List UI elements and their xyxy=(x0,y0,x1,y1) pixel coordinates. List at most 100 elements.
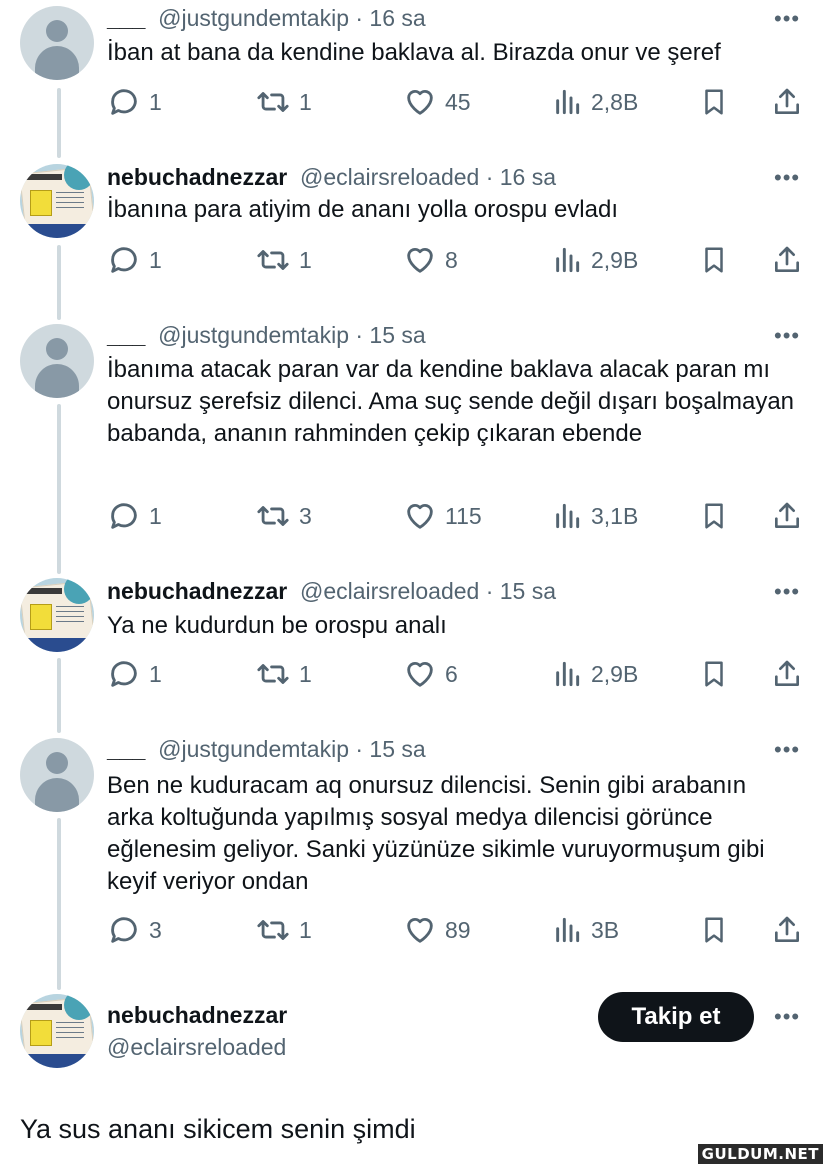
share-button[interactable] xyxy=(771,85,803,119)
like-icon xyxy=(403,85,437,119)
reply-button[interactable]: 1 xyxy=(107,85,162,119)
main-tweet-text: Ya sus ananı sikicem senin şimdi xyxy=(20,1114,416,1144)
repost-button[interactable]: 1 xyxy=(255,657,312,691)
bookmark-button[interactable] xyxy=(699,657,729,691)
share-icon xyxy=(771,85,803,119)
user-handle[interactable]: @eclairsreloaded · 16 sa xyxy=(300,164,556,191)
user-name[interactable]: ___ xyxy=(107,736,145,763)
bookmark-icon xyxy=(699,657,729,691)
action-bar: 1 1 8 2,9B xyxy=(107,243,807,277)
like-button[interactable]: 8 xyxy=(403,243,458,277)
default-avatar-icon[interactable] xyxy=(20,738,94,812)
like-button[interactable]: 6 xyxy=(403,657,458,691)
bookmark-button[interactable] xyxy=(699,243,729,277)
action-bar: 1 3 115 3,1B xyxy=(107,499,807,533)
user-handle[interactable]: @eclairsreloaded xyxy=(107,1034,286,1061)
profile-avatar[interactable] xyxy=(20,578,94,652)
like-icon xyxy=(403,499,437,533)
like-icon xyxy=(403,913,437,947)
action-bar: 1 1 6 2,9B xyxy=(107,657,807,691)
thread-line xyxy=(57,818,61,990)
repost-button[interactable]: 1 xyxy=(255,913,312,947)
follow-button[interactable]: Takip et xyxy=(598,992,754,1042)
like-icon xyxy=(403,243,437,277)
share-icon xyxy=(771,499,803,533)
thread-line xyxy=(57,404,61,574)
tweet-header: nebuchadnezzar @eclairsreloaded · 16 sa xyxy=(107,162,556,192)
profile-avatar[interactable] xyxy=(20,164,94,238)
views-button[interactable]: 3,1B xyxy=(551,499,638,533)
repost-icon xyxy=(255,913,291,947)
profile-avatar[interactable] xyxy=(20,994,94,1068)
share-icon xyxy=(771,657,803,691)
reply-icon xyxy=(107,657,141,691)
views-button[interactable]: 3B xyxy=(551,913,619,947)
like-button[interactable]: 115 xyxy=(403,499,482,533)
reply-icon xyxy=(107,913,141,947)
user-name[interactable]: ___ xyxy=(107,322,145,349)
views-button[interactable]: 2,8B xyxy=(551,85,638,119)
like-button[interactable]: 89 xyxy=(403,913,471,947)
tweet-header: ___ @justgundemtakip · 16 sa xyxy=(107,3,426,33)
more-icon[interactable]: ••• xyxy=(774,323,800,349)
thread-line xyxy=(57,245,61,320)
bookmark-button[interactable] xyxy=(699,913,729,947)
share-button[interactable] xyxy=(771,243,803,277)
repost-button[interactable]: 1 xyxy=(255,243,312,277)
user-handle[interactable]: @justgundemtakip · 16 sa xyxy=(158,5,426,32)
views-button[interactable]: 2,9B xyxy=(551,657,638,691)
tweet-header: ___ @justgundemtakip · 15 sa xyxy=(107,734,426,764)
share-button[interactable] xyxy=(771,657,803,691)
like-icon xyxy=(403,657,437,691)
bookmark-icon xyxy=(699,499,729,533)
views-icon xyxy=(551,85,583,119)
reply-icon xyxy=(107,243,141,277)
views-icon xyxy=(551,243,583,277)
bookmark-button[interactable] xyxy=(699,85,729,119)
tweet-header: ___ @justgundemtakip · 15 sa xyxy=(107,320,426,350)
share-icon xyxy=(771,243,803,277)
action-bar: 1 1 45 2,8B xyxy=(107,85,807,119)
tweet-text: Ya ne kudurdun be orospu analı xyxy=(107,612,447,639)
views-icon xyxy=(551,913,583,947)
user-name[interactable]: nebuchadnezzar xyxy=(107,164,287,191)
user-handle[interactable]: @eclairsreloaded · 15 sa xyxy=(300,578,556,605)
tweet-header: nebuchadnezzar @eclairsreloaded · 15 sa xyxy=(107,576,556,606)
tweet-text: İban at bana da kendine baklava al. Bira… xyxy=(107,39,721,66)
repost-icon xyxy=(255,657,291,691)
watermark-logo: GULDUM.NET xyxy=(697,1144,823,1164)
more-icon[interactable]: ••• xyxy=(774,165,800,191)
views-icon xyxy=(551,499,583,533)
user-name[interactable]: nebuchadnezzar xyxy=(107,578,287,605)
user-name[interactable]: nebuchadnezzar xyxy=(107,1002,287,1029)
user-handle[interactable]: @justgundemtakip · 15 sa xyxy=(158,322,426,349)
bookmark-icon xyxy=(699,243,729,277)
repost-button[interactable]: 1 xyxy=(255,85,312,119)
main-tweet-name: nebuchadnezzar xyxy=(107,1000,287,1030)
more-icon[interactable]: ••• xyxy=(774,579,800,605)
reply-button[interactable]: 1 xyxy=(107,499,162,533)
share-button[interactable] xyxy=(771,913,803,947)
reply-button[interactable]: 1 xyxy=(107,243,162,277)
bookmark-icon xyxy=(699,85,729,119)
like-button[interactable]: 45 xyxy=(403,85,471,119)
more-icon[interactable]: ••• xyxy=(774,6,800,32)
bookmark-button[interactable] xyxy=(699,499,729,533)
views-button[interactable]: 2,9B xyxy=(551,243,638,277)
bookmark-icon xyxy=(699,913,729,947)
views-icon xyxy=(551,657,583,691)
default-avatar-icon[interactable] xyxy=(20,324,94,398)
repost-button[interactable]: 3 xyxy=(255,499,312,533)
reply-button[interactable]: 1 xyxy=(107,657,162,691)
more-icon[interactable]: ••• xyxy=(774,1004,800,1030)
share-icon xyxy=(771,913,803,947)
reply-button[interactable]: 3 xyxy=(107,913,162,947)
repost-icon xyxy=(255,499,291,533)
user-name[interactable]: ___ xyxy=(107,5,145,32)
default-avatar-icon[interactable] xyxy=(20,6,94,80)
more-icon[interactable]: ••• xyxy=(774,737,800,763)
reply-icon xyxy=(107,85,141,119)
share-button[interactable] xyxy=(771,499,803,533)
reply-icon xyxy=(107,499,141,533)
user-handle[interactable]: @justgundemtakip · 15 sa xyxy=(158,736,426,763)
